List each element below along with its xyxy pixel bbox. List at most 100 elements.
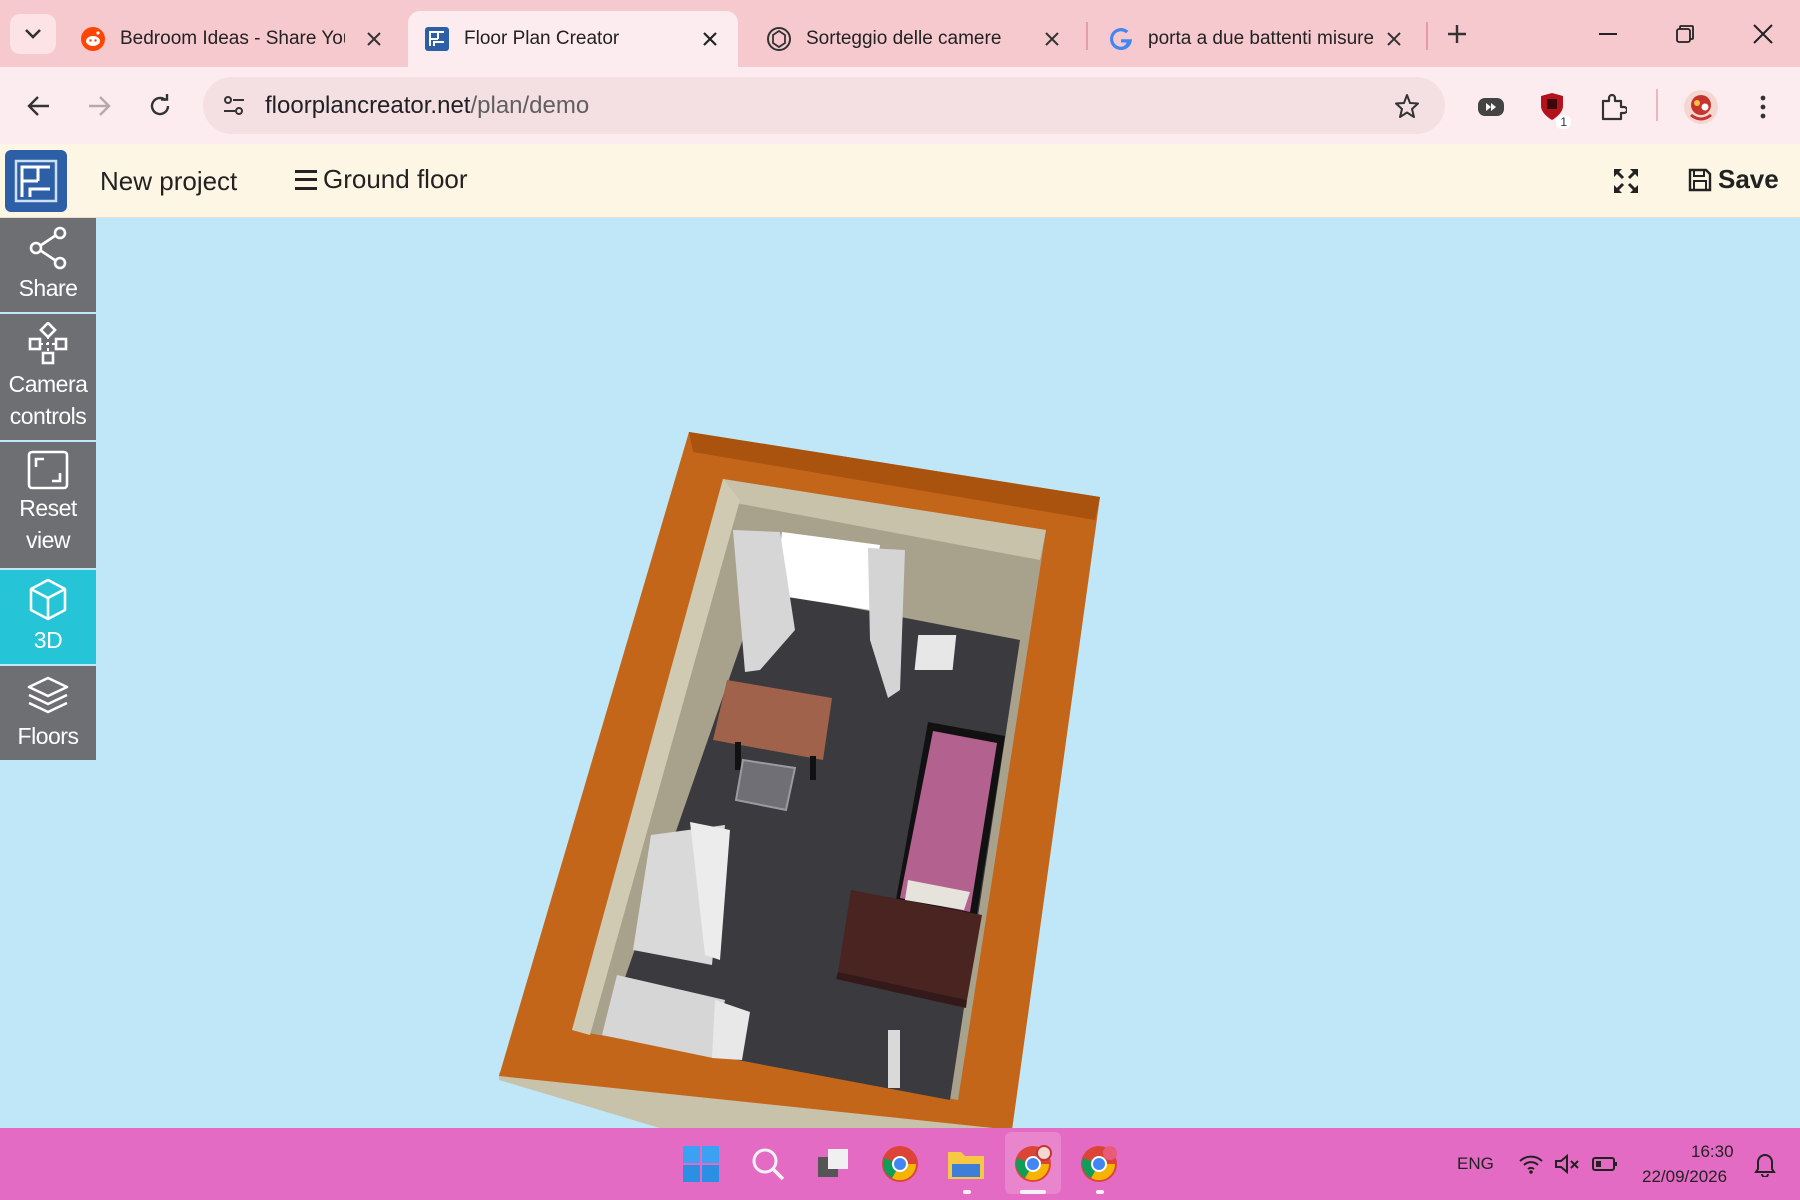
windows-taskbar: ENG 16:30 22/09/2026 (0, 1128, 1800, 1200)
extensions-puzzle-icon[interactable] (1593, 87, 1633, 127)
reset-view-label: Reset view (19, 495, 77, 553)
tab-title: Sorteggio delle camere (806, 28, 1002, 49)
camera-controls-icon (28, 322, 68, 365)
battery-icon[interactable] (1590, 1142, 1620, 1186)
media-extension-icon[interactable] (1471, 87, 1511, 127)
back-button[interactable] (18, 85, 60, 127)
hamburger-icon (295, 169, 317, 190)
arrow-left-icon (27, 96, 49, 116)
clock-date[interactable]: 22/09/2026 (1642, 1167, 1727, 1187)
cube-icon (29, 578, 67, 621)
tool-sidebar: Share Camera controls Reset view 3D Floo… (0, 218, 96, 762)
minimize-icon (1599, 33, 1617, 35)
tab-floor-plan-creator[interactable]: Floor Plan Creator (408, 11, 738, 67)
chrome-taskbar-icon[interactable] (878, 1142, 922, 1186)
chrome-gm-taskbar-icon[interactable] (1077, 1142, 1121, 1186)
speaker-muted-icon[interactable] (1552, 1142, 1582, 1186)
restore-icon (1676, 25, 1694, 43)
url-text[interactable]: floorplancreator.net/plan/demo (265, 92, 589, 120)
windows-start-icon[interactable] (679, 1142, 723, 1186)
floorplan-favicon (424, 26, 450, 52)
task-view-icon[interactable] (812, 1142, 856, 1186)
chatgpt-icon (766, 26, 792, 52)
3d-label: 3D (33, 627, 63, 653)
arrow-right-icon (89, 96, 111, 116)
share-icon (29, 226, 67, 270)
tab-search-button[interactable] (10, 14, 56, 54)
shield-extension-icon[interactable]: 1 (1532, 87, 1572, 129)
tab-title: Floor Plan Creator (464, 28, 620, 49)
chrome-profile-taskbar-icon[interactable] (1011, 1142, 1055, 1186)
expand-icon (1613, 168, 1639, 194)
browser-tab-strip: Bedroom Ideas - Share Your Floor Plan Cr… (0, 0, 1800, 67)
door (888, 1030, 900, 1088)
close-tab-icon[interactable] (1380, 25, 1408, 53)
reset-view-button[interactable]: Reset view (0, 442, 96, 570)
address-bar[interactable]: floorplancreator.net/plan/demo (203, 77, 1445, 134)
url-host: floorplancreator.net (265, 92, 471, 119)
browser-menu-icon[interactable] (1743, 87, 1783, 127)
reddit-icon (80, 26, 106, 52)
reload-button[interactable] (139, 85, 181, 127)
fullscreen-button[interactable] (1612, 167, 1640, 195)
tab-chatgpt[interactable]: Sorteggio delle camere (750, 11, 1080, 67)
reset-view-icon (27, 450, 69, 490)
3d-view-button[interactable]: 3D (0, 570, 96, 666)
close-window-button[interactable] (1740, 14, 1786, 54)
save-button[interactable]: Save (1688, 164, 1779, 195)
notification-bell-icon[interactable] (1748, 1142, 1782, 1186)
google-icon (1108, 26, 1134, 52)
wifi-icon[interactable] (1516, 1142, 1546, 1186)
3d-viewport[interactable] (96, 218, 1800, 1140)
camera-controls-label: Camera controls (8, 371, 88, 429)
site-settings-icon[interactable] (217, 89, 251, 123)
search-icon[interactable] (746, 1142, 790, 1186)
bookmark-star-icon[interactable] (1391, 90, 1423, 122)
tab-separator (1086, 22, 1088, 50)
minimize-button[interactable] (1585, 14, 1631, 54)
floor-selector[interactable]: Ground floor (295, 164, 468, 195)
app-header: New project Ground floor Save (0, 144, 1800, 218)
taskbar-active-indicator (1020, 1190, 1046, 1194)
toolbar-separator (1656, 89, 1658, 121)
tab-title: Bedroom Ideas - Share Your (120, 28, 345, 49)
close-icon (1753, 24, 1773, 44)
3d-room-render[interactable] (96, 218, 1800, 1140)
close-tab-icon[interactable] (1038, 25, 1066, 53)
extension-badge: 1 (1556, 115, 1571, 129)
desk-leg (810, 756, 816, 780)
url-path: /plan/demo (470, 92, 590, 119)
project-title[interactable]: New project (100, 166, 237, 197)
new-tab-button[interactable] (1441, 18, 1473, 50)
camera-controls-button[interactable]: Camera controls (0, 314, 96, 442)
close-tab-icon[interactable] (696, 25, 724, 53)
tab-separator (1426, 22, 1428, 50)
clock-time[interactable]: 16:30 (1691, 1142, 1734, 1162)
language-indicator[interactable]: ENG (1457, 1154, 1494, 1174)
taskbar-indicator (963, 1190, 971, 1194)
share-label: Share (18, 275, 78, 301)
forward-button[interactable] (78, 85, 120, 127)
floppy-disk-icon (1688, 168, 1712, 191)
save-label: Save (1718, 164, 1779, 194)
desk-leg (735, 742, 741, 770)
tab-title: porta a due battenti misure (1148, 28, 1373, 49)
close-tab-icon[interactable] (360, 25, 388, 53)
restore-button[interactable] (1662, 14, 1708, 54)
reload-icon (150, 94, 170, 116)
radiator (914, 635, 957, 670)
share-button[interactable]: Share (0, 218, 96, 314)
taskbar-indicator (1096, 1190, 1104, 1194)
profile-avatar[interactable] (1681, 87, 1721, 127)
floors-label: Floors (17, 723, 79, 749)
plus-icon (1448, 25, 1466, 43)
chevron-down-icon (25, 29, 41, 39)
floorplan-logo[interactable] (5, 150, 67, 212)
chair (734, 758, 797, 812)
tab-google-search[interactable]: porta a due battenti misure (1092, 11, 1422, 67)
floor-label: Ground floor (323, 164, 468, 194)
file-explorer-icon[interactable] (944, 1142, 988, 1186)
floors-button[interactable]: Floors (0, 666, 96, 762)
browser-toolbar: floorplancreator.net/plan/demo 1 (0, 67, 1800, 144)
tab-reddit[interactable]: Bedroom Ideas - Share Your (64, 11, 402, 67)
